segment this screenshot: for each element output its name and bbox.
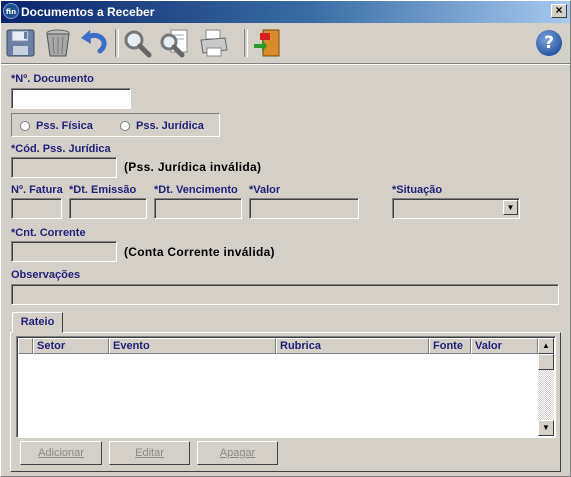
radio-circle [120, 121, 130, 131]
search-button[interactable] [120, 27, 154, 59]
vertical-scrollbar[interactable]: ▲ ▼ [538, 338, 554, 436]
tab-rateio[interactable]: Rateio [12, 312, 63, 333]
exit-door-icon [254, 29, 280, 57]
column-header-selector[interactable] [18, 338, 33, 354]
exit-button[interactable] [251, 27, 285, 59]
cnt-corrente-label: *Cnt. Corrente [11, 227, 86, 239]
app-icon: fin [3, 3, 19, 19]
column-header-rubrica[interactable]: Rubrica [276, 338, 429, 354]
n-documento-input[interactable] [11, 88, 131, 109]
pessoa-fisica-label: Pss. Física [36, 120, 93, 132]
scroll-down-arrow-icon[interactable]: ▼ [538, 420, 554, 436]
adicionar-button[interactable]: Adicionar [20, 441, 102, 465]
column-header-evento[interactable]: Evento [109, 338, 276, 354]
chevron-down-icon[interactable]: ▼ [503, 200, 518, 215]
toolbar-separator [244, 29, 248, 57]
floppy-disk-icon [6, 29, 35, 57]
search-document-button[interactable] [157, 27, 191, 59]
radio-circle [20, 121, 30, 131]
printer-icon [200, 29, 228, 57]
rateio-grid[interactable]: Setor Evento Rubrica Fonte Valor ▲ ▼ [16, 336, 556, 438]
conta-corrente-status: (Conta Corrente inválida) [124, 245, 275, 259]
pessoa-type-radio-group: Pss. Física Pss. Jurídica [11, 113, 220, 137]
valor-label: *Valor [249, 184, 281, 196]
toolbar: ? [1, 23, 570, 64]
dt-vencimento-input[interactable] [154, 198, 242, 219]
n-documento-label: *Nº. Documento [11, 73, 94, 85]
trash-can-icon [46, 29, 70, 57]
undo-button[interactable] [78, 27, 112, 59]
pessoa-juridica-label: Pss. Jurídica [136, 120, 204, 132]
print-button[interactable] [197, 27, 231, 59]
help-button[interactable]: ? [536, 30, 562, 56]
toolbar-separator [115, 29, 119, 57]
save-button[interactable] [4, 27, 38, 59]
column-header-valor[interactable]: Valor [471, 338, 538, 354]
n-fatura-input[interactable] [11, 198, 62, 219]
pessoa-fisica-radio[interactable]: Pss. Física [20, 120, 93, 132]
dt-vencimento-label: *Dt. Vencimento [154, 184, 238, 196]
cod-pss-juridica-label: *Cód. Pss. Jurídica [11, 143, 111, 155]
pessoa-juridica-radio[interactable]: Pss. Jurídica [120, 120, 204, 132]
situacao-label: *Situação [392, 184, 443, 196]
n-fatura-label: Nº. Fatura [11, 184, 63, 196]
title-bar: fin Documentos a Receber × [1, 1, 570, 23]
valor-input[interactable] [249, 198, 359, 219]
situacao-select[interactable]: ▼ [392, 198, 520, 219]
cod-pss-juridica-input[interactable] [11, 157, 117, 178]
app-window: fin Documentos a Receber × ? *Nº. Docume… [0, 0, 571, 477]
apagar-button[interactable]: Apagar [197, 441, 278, 465]
rateio-grid-header: Setor Evento Rubrica Fonte Valor [18, 338, 538, 354]
cnt-corrente-input[interactable] [11, 241, 117, 262]
dt-emissao-label: *Dt. Emissão [69, 184, 137, 196]
pss-juridica-status: (Pss. Jurídica inválida) [124, 160, 262, 174]
undo-arrow-icon [81, 30, 107, 54]
window-title: Documentos a Receber [21, 5, 155, 19]
column-header-fonte[interactable]: Fonte [429, 338, 471, 354]
column-header-setor[interactable]: Setor [33, 338, 109, 354]
magnifier-icon [124, 30, 152, 58]
observacoes-label: Observações [11, 269, 81, 281]
close-button[interactable]: × [551, 4, 567, 18]
scroll-up-arrow-icon[interactable]: ▲ [538, 338, 554, 354]
editar-button[interactable]: Editar [109, 441, 190, 465]
magnifier-document-icon [160, 29, 188, 58]
delete-button[interactable] [41, 27, 75, 59]
tab-rateio-label: Rateio [20, 316, 55, 328]
scroll-thumb[interactable] [538, 354, 554, 370]
dt-emissao-input[interactable] [69, 198, 147, 219]
observacoes-input[interactable] [11, 284, 559, 305]
